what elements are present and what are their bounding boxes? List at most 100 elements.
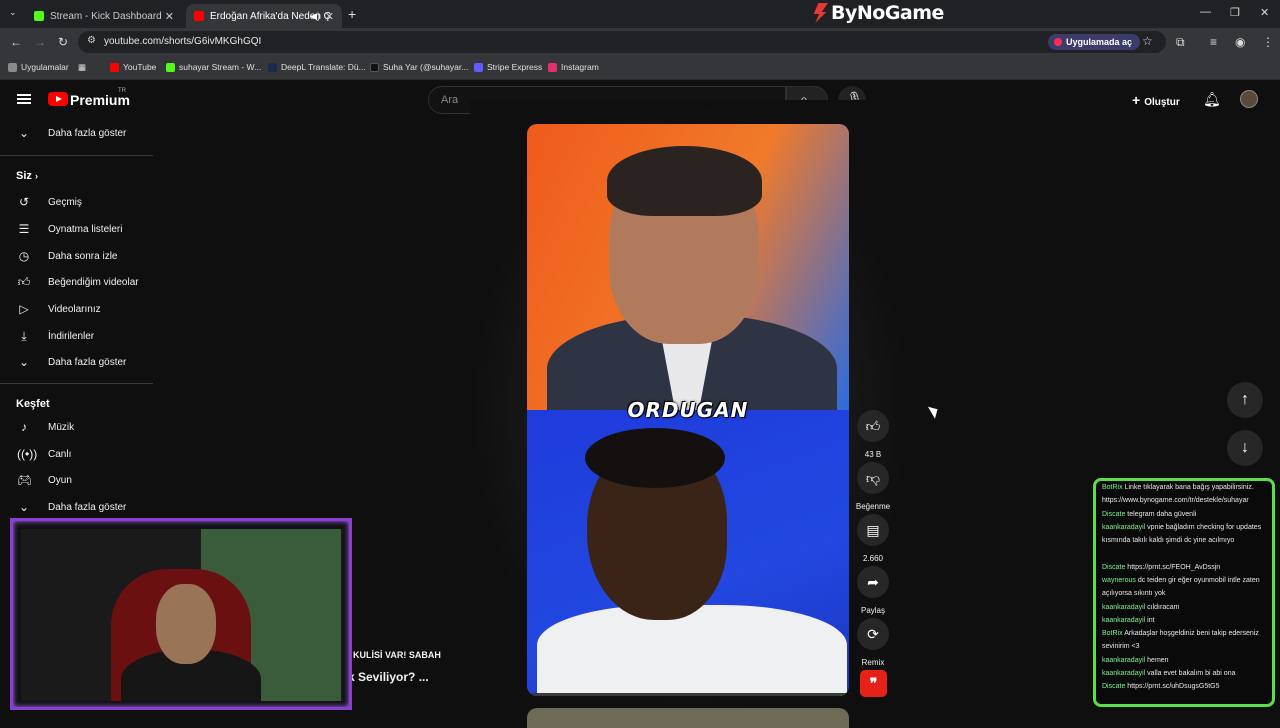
live-icon: ((•)) [17, 447, 38, 461]
forward-icon[interactable]: → [34, 35, 46, 49]
sidebar: ⌄ Daha fazla göster Siz › ↺ Geçmiş ☰ Oynatm… [0, 120, 154, 520]
chat-message: kaankaradayil vpnie bağladım checking fo… [1102, 524, 1262, 544]
create-button[interactable]: + Oluştur [1132, 92, 1180, 108]
extensions-icon[interactable]: ⧉ [1176, 35, 1185, 50]
youtube-logo-icon[interactable] [48, 92, 68, 106]
chat-message: kaankaradayil int [1102, 617, 1155, 624]
sidebar-item-watch-later[interactable]: ◷ Daha sonra izle [0, 244, 154, 268]
sidebar-item-liked-videos[interactable]: 👍︎ Beğendiğim videolar [0, 270, 154, 294]
sidebar-show-more-explore[interactable]: ⌄ Daha fazla göster [0, 495, 154, 519]
site-info-icon[interactable]: ⚙ [87, 35, 96, 46]
url-text[interactable]: youtube.com/shorts/G6ivMKGhGQI [104, 36, 261, 47]
sidebar-show-more-you[interactable]: ⌄ Daha fazla göster [0, 350, 154, 374]
chat-message: kaankaradayil valla evet bakalım bi abi … [1102, 670, 1236, 677]
video-bottom-panel [527, 410, 849, 696]
tab-search-icon[interactable]: ⌄ [9, 7, 17, 18]
address-bar[interactable]: ⚙ youtube.com/shorts/G6ivMKGhGQI Uygulam… [78, 31, 1166, 53]
notifications-icon[interactable]: 🔔︎ [1203, 91, 1221, 108]
kick-icon [166, 62, 175, 72]
sound-thumbnail[interactable]: ❞ [860, 670, 887, 697]
background-video-title[interactable]: k Seviliyor? ... [348, 670, 429, 684]
bookmark-tiktok[interactable]: Suha Yar (@suhayar... [370, 62, 468, 72]
video-progress-bar[interactable] [527, 693, 849, 696]
arrow-down-icon: ↓ [1241, 439, 1249, 456]
bookmark-deepl[interactable]: DeepL Translate: Dü... [268, 62, 366, 72]
avatar[interactable] [1240, 90, 1258, 108]
tab-youtube-short[interactable]: Erdoğan Afrika'da Neden Ç ◀) ✕ [186, 4, 342, 28]
chat-message: BotRix Arkadaşlar hoşgeldiniz beni takip… [1102, 630, 1259, 650]
background-video-channel: N KULİSİ VAR! SABAH [344, 650, 441, 660]
sidebar-item-downloads[interactable]: ⤓ İndirilenler [0, 324, 154, 348]
instagram-icon [548, 62, 557, 72]
sidebar-item-your-videos[interactable]: ▷ Videolarınız [0, 297, 154, 321]
new-tab-icon[interactable]: + [348, 6, 356, 22]
sidebar-item-live[interactable]: ((•)) Canlı [0, 442, 154, 466]
sidebar-item-gaming[interactable]: 🎮︎ Oyun [0, 468, 154, 492]
chevron-down-icon: ⌄ [18, 126, 30, 140]
minimize-icon[interactable]: — [1200, 6, 1211, 18]
bookmark-stripe[interactable]: Stripe Express [474, 62, 542, 72]
chat-message: kaankaradayil cıldıracam [1102, 604, 1180, 611]
bookmark-instagram[interactable]: Instagram [548, 62, 599, 72]
sidebar-you-heading[interactable]: Siz › [16, 170, 38, 182]
back-icon[interactable]: ← [10, 35, 22, 49]
youtube-icon [110, 62, 119, 72]
deepl-icon [268, 62, 277, 72]
profile-icon[interactable]: ◉ [1235, 35, 1245, 49]
browser-nav-bar: ← → ↻ ⚙ youtube.com/shorts/G6ivMKGhGQI U… [0, 28, 1280, 56]
man-hair [607, 146, 762, 216]
previous-short-button[interactable]: ↑ [1227, 382, 1263, 418]
thumbs-up-icon: 👍︎ [857, 410, 889, 442]
bookmark-kick[interactable]: suhayar Stream - W... [166, 62, 261, 72]
video-caption: ORDUGAN [627, 398, 749, 422]
comment-count: 2.660 [862, 554, 884, 563]
browser-tab-bar: ⌄ Stream - Kick Dashboard ✕ Erdoğan Afri… [0, 0, 1280, 28]
bookmark-grid[interactable]: ▦ [78, 62, 86, 73]
comment-icon: ▤ [857, 514, 889, 546]
chevron-right-icon: › [34, 171, 38, 181]
kick-icon [34, 11, 44, 21]
menu-icon[interactable] [17, 94, 31, 104]
sidebar-item-playlists[interactable]: ☰ Oynatma listeleri [0, 217, 154, 241]
like-button[interactable]: 👍︎ 43 B [857, 410, 889, 459]
man-hair [585, 428, 725, 488]
speaker-icon[interactable]: ◀) [310, 11, 320, 22]
bookmarks-bar: Uygulamalar ▦ YouTube suhayar Stream - W… [0, 56, 1280, 80]
short-video-player[interactable]: ORDUGAN [527, 124, 849, 696]
play-box-icon: ▷ [19, 302, 29, 316]
remix-button[interactable]: ⟳ Remix [857, 618, 889, 667]
dislike-button[interactable]: 👎︎ Beğenme [856, 462, 890, 511]
video-top-panel [527, 124, 849, 424]
playlist-icon: ☰ [18, 222, 30, 236]
bynogame-logo-icon [813, 3, 828, 23]
bookmark-star-icon[interactable]: ☆ [1142, 34, 1153, 48]
next-short-preview[interactable] [527, 708, 849, 728]
youtube-icon [194, 11, 204, 21]
stream-chat-overlay: BotRix Linke tıklayarak bana bağış yapab… [1093, 478, 1275, 707]
sidebar-item-history[interactable]: ↺ Geçmiş [0, 190, 154, 214]
reload-icon[interactable]: ↻ [58, 35, 68, 49]
share-button[interactable]: ➦ Paylaş [857, 566, 889, 615]
bookmark-youtube[interactable]: YouTube [110, 62, 156, 72]
open-in-app-button[interactable]: Uygulamada aç [1048, 34, 1141, 50]
next-short-button[interactable]: ↓ [1227, 430, 1263, 466]
stripe-icon [474, 62, 483, 72]
tab-kick-dashboard[interactable]: Stream - Kick Dashboard ✕ [26, 4, 182, 28]
dislike-label: Beğenme [855, 502, 891, 511]
sidebar-item-music[interactable]: ♪ Müzik [0, 415, 154, 439]
bookmark-apps[interactable]: Uygulamalar [8, 62, 69, 72]
close-window-icon[interactable]: ✕ [1260, 6, 1269, 19]
premium-logo[interactable]: Premium [70, 92, 130, 108]
comments-button[interactable]: ▤ 2.660 [857, 514, 889, 563]
download-icon: ⤓ [21, 328, 27, 343]
chat-message: Discate telegram daha güvenli [1102, 511, 1197, 518]
sidebar-show-more-top[interactable]: ⌄ Daha fazla göster [0, 121, 154, 145]
restore-icon[interactable]: ❐ [1230, 6, 1240, 19]
media-control-icon[interactable]: ≡ [1210, 35, 1217, 49]
close-icon[interactable]: ✕ [325, 10, 334, 23]
webcam-overlay [10, 518, 352, 710]
divider [0, 383, 153, 384]
thumbs-up-icon: 👍︎ [17, 274, 31, 289]
menu-dots-icon[interactable]: ⋮ [1262, 35, 1274, 49]
close-icon[interactable]: ✕ [165, 10, 174, 23]
